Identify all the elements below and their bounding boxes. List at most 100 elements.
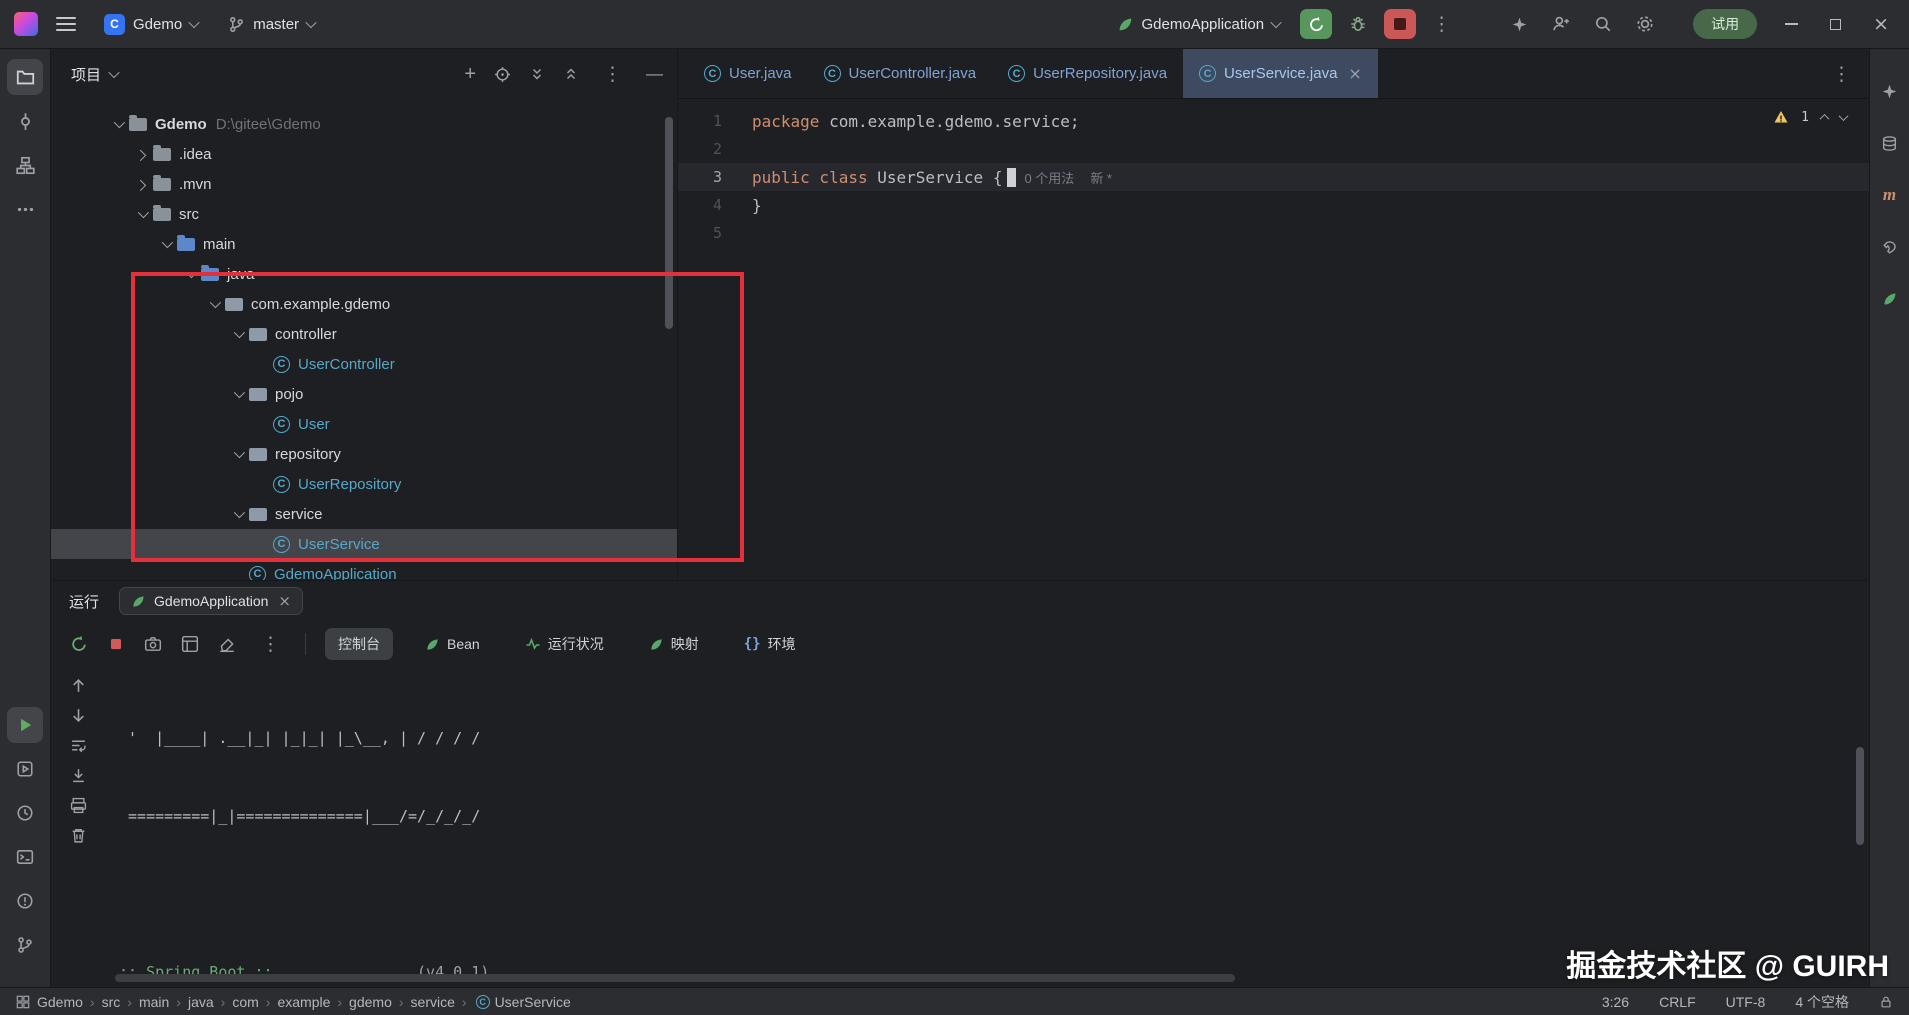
caret-position[interactable]: 3:26 xyxy=(1602,994,1629,1010)
chevron-down-icon[interactable] xyxy=(227,499,249,529)
tree-item-mvn[interactable]: .mvn xyxy=(51,169,677,199)
tab-user-java[interactable]: C User.java xyxy=(688,49,808,98)
problems-tool-button[interactable] xyxy=(7,883,43,919)
breadcrumb-item[interactable]: service xyxy=(411,994,455,1010)
chevron-down-icon[interactable] xyxy=(179,259,201,289)
arrow-up-icon[interactable] xyxy=(70,677,87,694)
view-mappings-button[interactable]: 映射 xyxy=(636,628,712,660)
view-environment-button[interactable]: {} 环境 xyxy=(731,628,809,660)
tree-item-service[interactable]: service xyxy=(51,499,677,529)
breadcrumb-item[interactable]: gdemo xyxy=(349,994,392,1010)
console-horizontal-scrollbar[interactable] xyxy=(115,974,1235,982)
tree-item-gdemoapplication[interactable]: C GdemoApplication xyxy=(51,559,677,580)
chevron-right-icon[interactable] xyxy=(131,169,153,199)
chevron-down-icon[interactable] xyxy=(227,319,249,349)
more-tool-windows-button[interactable] xyxy=(7,191,43,227)
tree-item-user[interactable]: C User xyxy=(51,409,677,439)
chevron-down-icon[interactable] xyxy=(131,199,153,229)
branch-selector[interactable]: master xyxy=(218,11,325,38)
collapse-all-icon[interactable] xyxy=(563,66,579,82)
rerun-icon[interactable] xyxy=(70,635,88,653)
chevron-down-icon[interactable] xyxy=(203,289,225,319)
debug-button[interactable] xyxy=(1342,9,1374,39)
locate-file-icon[interactable] xyxy=(494,66,511,83)
project-scrollbar[interactable] xyxy=(665,117,673,329)
tree-item-java[interactable]: java xyxy=(51,259,677,289)
tree-item-usercontroller[interactable]: C UserController xyxy=(51,349,677,379)
next-problem-icon[interactable] xyxy=(1839,111,1849,121)
commit-tool-button[interactable] xyxy=(7,103,43,139)
restore-layout-icon[interactable] xyxy=(181,635,199,653)
view-bean-button[interactable]: Bean xyxy=(412,630,493,658)
project-tool-button[interactable] xyxy=(7,59,43,95)
chevron-right-icon[interactable] xyxy=(131,139,153,169)
breadcrumb-item[interactable]: UserService xyxy=(495,994,571,1010)
vcs-inlay-hint[interactable]: 新 * xyxy=(1090,168,1112,187)
hide-panel-button[interactable]: — xyxy=(646,64,663,84)
maven-tool-button[interactable]: m xyxy=(1872,177,1908,213)
breadcrumb-item[interactable]: main xyxy=(139,994,169,1010)
database-tool-button[interactable] xyxy=(1872,125,1908,161)
tree-item-main[interactable]: main xyxy=(51,229,677,259)
gradle-tool-button[interactable] xyxy=(1872,229,1908,265)
tree-item-root[interactable]: Gdemo D:\gitee\Gdemo xyxy=(51,109,677,139)
add-button[interactable]: + xyxy=(464,64,476,84)
search-everywhere-button[interactable] xyxy=(1587,9,1619,39)
project-selector[interactable]: C Gdemo xyxy=(94,9,208,40)
structure-tool-button[interactable] xyxy=(7,147,43,183)
view-health-button[interactable]: 运行状况 xyxy=(512,628,617,660)
window-maximize-button[interactable] xyxy=(1830,19,1841,30)
tree-item-userservice[interactable]: C UserService xyxy=(51,529,677,559)
window-close-button[interactable]: × xyxy=(1873,15,1889,34)
terminal-tool-button[interactable] xyxy=(7,839,43,875)
rerun-button[interactable] xyxy=(1300,9,1332,39)
tab-userrepository-java[interactable]: C UserRepository.java xyxy=(992,49,1183,98)
code-with-me-button[interactable] xyxy=(1545,9,1577,39)
window-minimize-button[interactable] xyxy=(1785,23,1798,25)
close-icon[interactable]: × xyxy=(278,592,291,610)
arrow-down-icon[interactable] xyxy=(70,707,87,724)
thread-dump-icon[interactable] xyxy=(144,635,162,653)
endpoints-tool-button[interactable] xyxy=(1872,281,1908,317)
prev-problem-icon[interactable] xyxy=(1820,113,1830,123)
more-actions-button[interactable]: ⋮ xyxy=(1426,13,1457,35)
stop-button[interactable] xyxy=(1384,9,1416,39)
chevron-down-icon[interactable] xyxy=(108,67,119,78)
breadcrumb-item[interactable]: java xyxy=(188,994,214,1010)
tree-item-controller[interactable]: controller xyxy=(51,319,677,349)
breadcrumb-item[interactable]: src xyxy=(102,994,121,1010)
trash-icon[interactable] xyxy=(70,827,87,844)
encoding-indicator[interactable]: UTF-8 xyxy=(1726,994,1766,1010)
chevron-down-icon[interactable] xyxy=(227,439,249,469)
lock-icon[interactable] xyxy=(1879,995,1893,1009)
tree-item-src[interactable]: src xyxy=(51,199,677,229)
settings-button[interactable] xyxy=(1629,9,1661,39)
clear-console-icon[interactable] xyxy=(218,635,236,653)
profiler-tool-button[interactable] xyxy=(7,795,43,831)
tab-usercontroller-java[interactable]: C UserController.java xyxy=(808,49,993,98)
breadcrumb-item[interactable]: Gdemo xyxy=(37,994,83,1010)
run-config-selector[interactable]: GdemoApplication xyxy=(1107,11,1291,38)
ai-assistant-button[interactable] xyxy=(1503,9,1535,39)
run-tool-button[interactable] xyxy=(7,707,43,743)
chevron-down-icon[interactable] xyxy=(155,229,177,259)
scroll-to-end-icon[interactable] xyxy=(70,767,87,784)
print-icon[interactable] xyxy=(70,797,87,814)
ai-assistant-tool-button[interactable] xyxy=(1872,73,1908,109)
console-vertical-scrollbar[interactable] xyxy=(1856,747,1864,845)
breadcrumb-item[interactable]: com xyxy=(232,994,258,1010)
tree-item-idea[interactable]: .idea xyxy=(51,139,677,169)
soft-wrap-icon[interactable] xyxy=(70,737,87,754)
usages-inlay-hint[interactable]: 0 个用法 xyxy=(1024,168,1074,187)
tree-item-userrepository[interactable]: C UserRepository xyxy=(51,469,677,499)
version-control-tool-button[interactable] xyxy=(7,927,43,963)
expand-all-icon[interactable] xyxy=(529,66,545,82)
inspection-widget[interactable]: 1 xyxy=(1773,109,1847,125)
chevron-down-icon[interactable] xyxy=(227,379,249,409)
panel-options-button[interactable]: ⋮ xyxy=(597,63,628,85)
run-tab-gdemoapplication[interactable]: GdemoApplication × xyxy=(119,587,303,615)
console-output[interactable]: ' |____| .__|_| |_|_| |_\__, | / / / / =… xyxy=(105,667,1869,987)
trial-button[interactable]: 试用 xyxy=(1693,9,1757,39)
tree-item-pojo[interactable]: pojo xyxy=(51,379,677,409)
tab-options-button[interactable]: ⋮ xyxy=(1832,63,1851,85)
